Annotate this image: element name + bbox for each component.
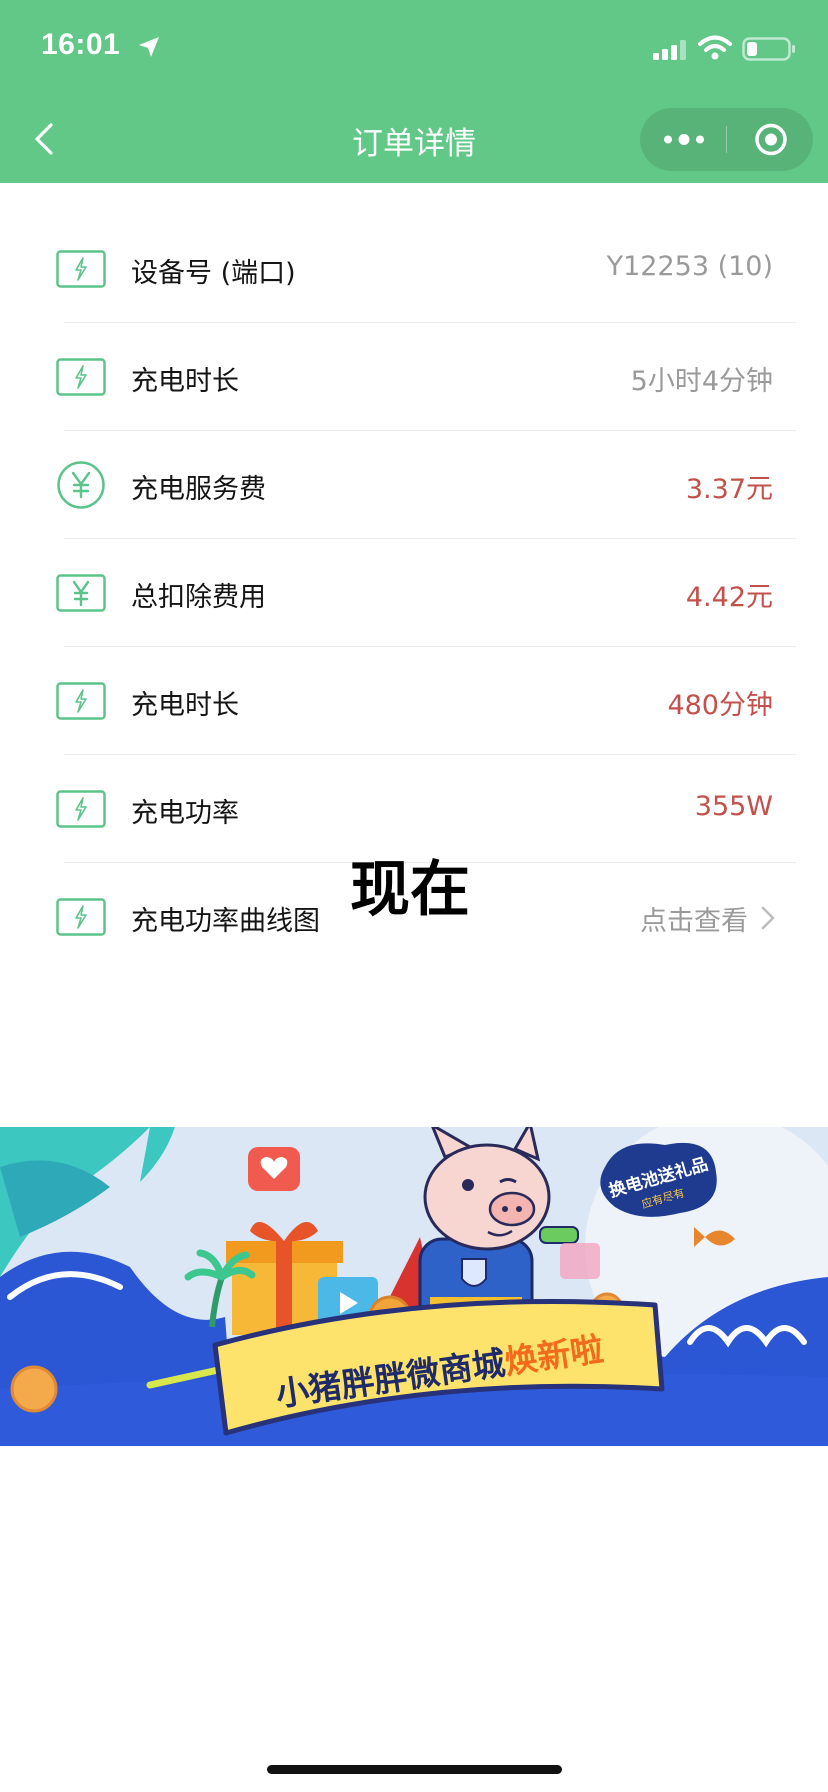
promo-banner[interactable]: ¥ 换电池送礼品 应有尽有 小猪胖胖微商城焕新啦 xyxy=(0,1127,828,1446)
pig-nostril xyxy=(502,1206,508,1212)
row-value: 3.37元 xyxy=(685,474,773,505)
row-service-fee: 充电服务费 3.37元 xyxy=(0,431,828,539)
row-label: 充电时长 xyxy=(131,366,239,397)
row-value: 5小时4分钟 xyxy=(630,366,773,397)
pig-eye xyxy=(462,1179,474,1191)
pig-nostril xyxy=(516,1206,522,1212)
lightning-box-icon xyxy=(56,250,106,288)
yen-circle-icon xyxy=(57,461,105,509)
row-label: 充电服务费 xyxy=(131,474,266,505)
row-charge-power: 充电功率 355W xyxy=(0,755,828,863)
gift-ribbon xyxy=(276,1241,292,1335)
row-label: 设备号 (端口) xyxy=(131,258,296,289)
header-bar: 16:01 订单详情 xyxy=(0,0,828,183)
target-circle-icon[interactable] xyxy=(740,108,802,171)
row-total-deduction: 总扣除费用 4.42元 xyxy=(0,539,828,647)
shield-badge-icon xyxy=(461,1258,487,1287)
pig-head xyxy=(423,1143,551,1251)
lightning-box-icon xyxy=(56,358,106,396)
row-label: 充电功率曲线图 xyxy=(131,906,320,937)
lightning-box-icon xyxy=(56,898,106,936)
lightning-box-icon xyxy=(56,682,106,720)
capsule-divider xyxy=(726,126,727,153)
row-value: 4.42元 xyxy=(685,582,773,613)
overlay-caption: 现在 xyxy=(350,855,470,925)
row-device-port: 设备号 (端口) Y12253 (10) xyxy=(0,215,828,323)
location-arrow-icon xyxy=(139,37,159,57)
mini-program-capsule xyxy=(640,108,813,171)
row-label: 总扣除费用 xyxy=(131,582,266,613)
home-indicator xyxy=(267,1765,562,1774)
more-dots-icon[interactable] xyxy=(658,108,710,171)
water-gun-tank xyxy=(560,1243,600,1279)
view-curve-link[interactable]: 点击查看 xyxy=(640,899,748,938)
row-value: 355W xyxy=(694,791,773,822)
lightning-box-icon xyxy=(56,790,106,828)
status-time: 16:01 xyxy=(41,28,121,61)
row-label: 充电功率 xyxy=(131,798,239,829)
coin-icon xyxy=(10,1365,58,1413)
row-charge-duration: 充电时长 5小时4分钟 xyxy=(0,323,828,431)
row-value: Y12253 (10) xyxy=(606,251,773,282)
chevron-right-icon xyxy=(761,906,775,930)
signal-icon xyxy=(653,40,686,60)
water-gun-icon xyxy=(539,1226,579,1244)
wifi-icon xyxy=(698,35,732,60)
yen-box-icon xyxy=(56,574,106,612)
row-value: 480分钟 xyxy=(667,690,773,721)
row-label: 充电时长 xyxy=(131,690,239,721)
pig-snout xyxy=(488,1191,536,1227)
row-charge-minutes: 充电时长 480分钟 xyxy=(0,647,828,755)
battery-icon xyxy=(742,37,795,61)
